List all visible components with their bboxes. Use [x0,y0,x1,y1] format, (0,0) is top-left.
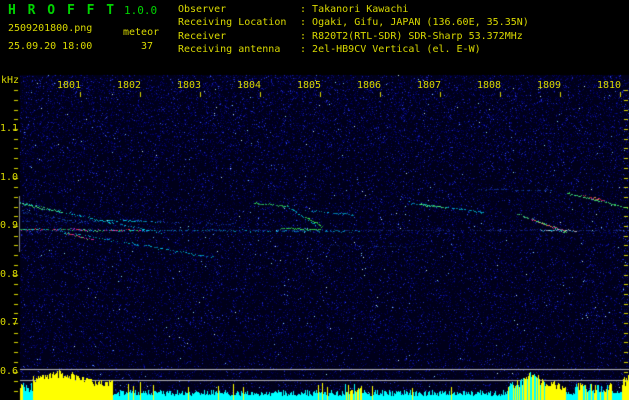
time-tick-label: 1810 [596,80,622,91]
separator: : [300,44,313,55]
antenna-value: 2el-HB9CV Vertical (el. E-W) [312,44,481,55]
meteor-count: 37 [141,41,154,52]
mode-label: meteor [123,27,160,38]
time-tick-label: 1808 [476,80,502,91]
info-row-antenna: Receiving antenna: 2el-HB9CV Vertical (e… [178,44,481,56]
freq-tick-label: 0.9 [0,220,19,231]
location-label: Receiving Location [178,17,287,28]
hrofft-screen: H R O F F T 1.0.0 2509201800.png meteor … [0,0,629,400]
freq-tick-label: 1.0 [0,171,19,183]
info-row-location: Receiving Location: Ogaki, Gifu, JAPAN (… [178,17,529,29]
time-tick-label: 1801 [56,80,82,91]
observer-label: Observer [178,4,227,15]
time-tick-label: 1803 [176,80,202,91]
app-title: H R O F F T [8,3,117,18]
time-tick-label: 1802 [116,80,142,91]
time-tick-label: 1804 [236,80,262,91]
receiver-label: Receiver [178,31,227,42]
time-tick-label: 1806 [356,80,382,91]
separator: : [300,31,313,42]
observer-value: Takanori Kawachi [312,4,409,15]
freq-axis-unit: kHz [1,75,20,86]
time-tick-label: 1805 [296,80,322,91]
freq-tick-label: 0.6 [0,365,19,377]
separator: : [300,17,313,28]
app-version: 1.0.0 [124,4,158,17]
time-tick-label: 1807 [416,80,442,91]
date-time: 25.09.20 18:00 [8,41,93,52]
spectrogram-plot [0,0,629,400]
freq-tick-label: 1.1 [0,123,19,134]
freq-tick-label: 0.8 [0,268,19,280]
location-value: Ogaki, Gifu, JAPAN (136.60E, 35.35N) [312,17,529,28]
info-row-observer: Observer: Takanori Kawachi [178,4,408,16]
freq-tick-label: 0.7 [0,317,19,328]
receiver-value: R820T2(RTL-SDR) SDR-Sharp 53.372MHz [312,31,523,42]
info-row-receiver: Receiver: R820T2(RTL-SDR) SDR-Sharp 53.3… [178,31,523,43]
output-filename: 2509201800.png [8,23,93,34]
antenna-label: Receiving antenna [178,44,281,55]
separator: : [300,4,313,15]
time-tick-label: 1809 [536,80,562,91]
